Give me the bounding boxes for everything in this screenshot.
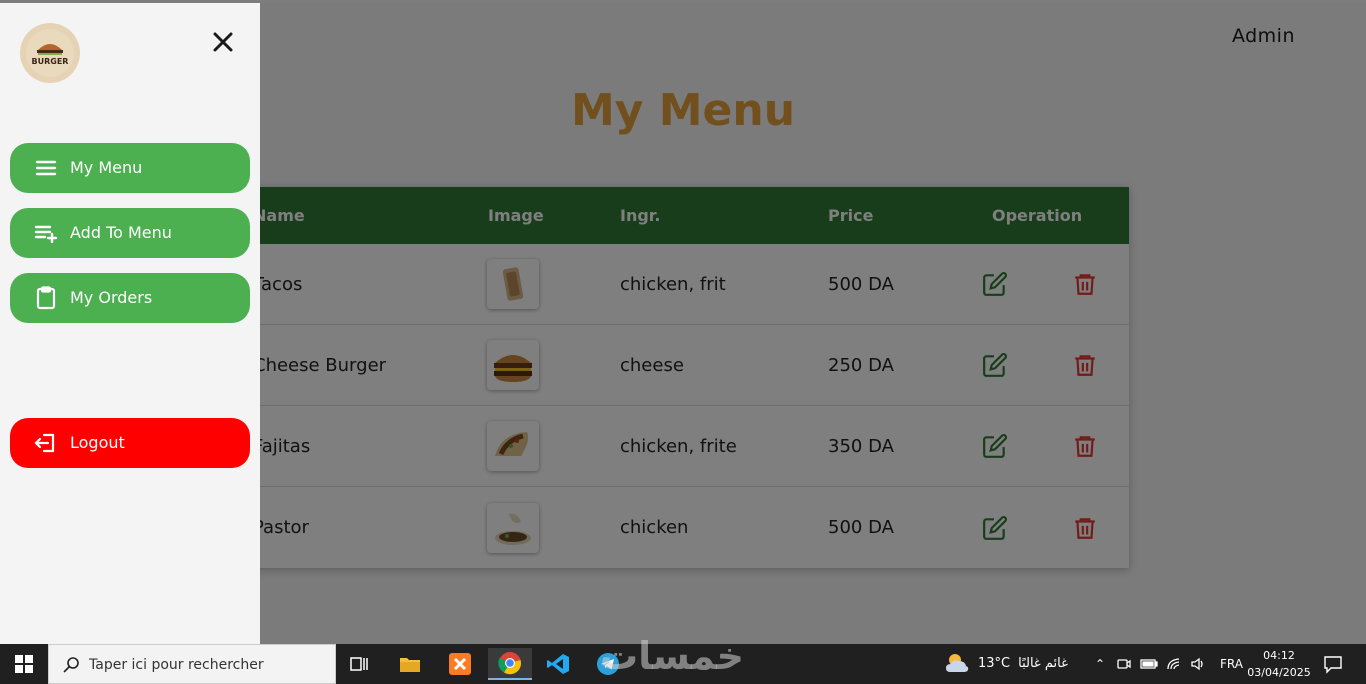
weather-temperature: 13°C xyxy=(978,655,1011,671)
windows-start-button[interactable] xyxy=(0,644,48,684)
task-view-icon[interactable] xyxy=(340,648,380,680)
file-explorer-icon[interactable] xyxy=(390,648,430,680)
weather-description: غائم غالبًا xyxy=(1018,655,1068,671)
menu-lines-icon xyxy=(35,160,57,176)
logout-label: Logout xyxy=(70,433,125,452)
vscode-icon[interactable] xyxy=(538,648,578,680)
search-placeholder: Taper ici pour rechercher xyxy=(89,657,264,673)
sidebar-item-label: Add To Menu xyxy=(70,223,172,242)
logout-button[interactable]: Logout xyxy=(10,418,250,468)
system-tray: ⌃ FRA xyxy=(1090,644,1243,684)
sidebar-item-add-to-menu[interactable]: Add To Menu xyxy=(10,208,250,258)
windows-logo-icon xyxy=(15,655,33,673)
battery-icon[interactable] xyxy=(1140,657,1158,671)
close-icon[interactable] xyxy=(208,27,238,57)
playlist-add-icon xyxy=(34,225,58,244)
clock-time: 04:12 xyxy=(1263,649,1295,662)
search-icon xyxy=(63,657,79,673)
language-indicator[interactable]: FRA xyxy=(1220,657,1243,671)
sidebar: BURGER My Menu Add To Menu My Orders Log… xyxy=(0,3,260,644)
notification-icon[interactable] xyxy=(1322,653,1344,675)
restaurant-logo: BURGER xyxy=(20,23,80,83)
wifi-icon[interactable] xyxy=(1166,656,1182,672)
clipboard-icon xyxy=(36,286,56,310)
chrome-icon[interactable] xyxy=(488,648,532,680)
partly-cloudy-icon xyxy=(946,654,969,672)
sidebar-item-my-orders[interactable]: My Orders xyxy=(10,273,250,323)
xampp-icon[interactable] xyxy=(440,648,480,680)
sidebar-item-my-menu[interactable]: My Menu xyxy=(10,143,250,193)
svg-text:BURGER: BURGER xyxy=(32,57,69,66)
volume-icon[interactable] xyxy=(1190,656,1206,672)
taskbar-search-box[interactable]: Taper ici pour rechercher xyxy=(48,644,336,684)
taskbar-clock[interactable]: 04:12 03/04/2025 xyxy=(1244,647,1314,681)
sidebar-item-label: My Orders xyxy=(70,288,153,307)
meet-now-icon[interactable] xyxy=(1116,656,1132,672)
sidebar-item-label: My Menu xyxy=(70,158,143,177)
weather-widget[interactable]: 13°C غائم غالبًا xyxy=(944,652,1068,674)
clock-date: 03/04/2025 xyxy=(1247,666,1311,679)
watermark-text: خمسات xyxy=(600,634,744,678)
chevron-up-icon[interactable]: ⌃ xyxy=(1090,657,1110,671)
logout-icon xyxy=(34,433,55,453)
